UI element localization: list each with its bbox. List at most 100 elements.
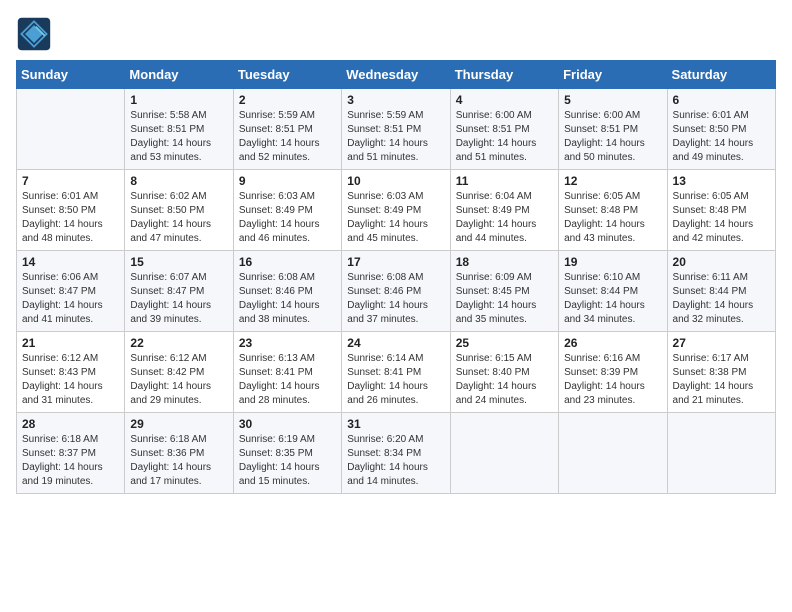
calendar-cell: 7 Sunrise: 6:01 AM Sunset: 8:50 PM Dayli… bbox=[17, 170, 125, 251]
day-info: Sunrise: 6:05 AM Sunset: 8:48 PM Dayligh… bbox=[564, 190, 661, 246]
daylight-text: Daylight: 14 hours and 26 minutes. bbox=[347, 380, 444, 408]
sunrise-text: Sunrise: 6:07 AM bbox=[130, 271, 227, 285]
sunrise-text: Sunrise: 6:04 AM bbox=[456, 190, 553, 204]
sunset-text: Sunset: 8:51 PM bbox=[347, 123, 444, 137]
sunrise-text: Sunrise: 6:14 AM bbox=[347, 352, 444, 366]
daylight-text: Daylight: 14 hours and 24 minutes. bbox=[456, 380, 553, 408]
calendar-table: SundayMondayTuesdayWednesdayThursdayFrid… bbox=[16, 60, 776, 494]
sunset-text: Sunset: 8:49 PM bbox=[456, 204, 553, 218]
weekday-header: Tuesday bbox=[233, 61, 341, 89]
calendar-cell: 23 Sunrise: 6:13 AM Sunset: 8:41 PM Dayl… bbox=[233, 332, 341, 413]
sunrise-text: Sunrise: 6:19 AM bbox=[239, 433, 336, 447]
sunset-text: Sunset: 8:47 PM bbox=[130, 285, 227, 299]
calendar-cell: 4 Sunrise: 6:00 AM Sunset: 8:51 PM Dayli… bbox=[450, 89, 558, 170]
day-number: 25 bbox=[456, 336, 553, 350]
day-info: Sunrise: 6:14 AM Sunset: 8:41 PM Dayligh… bbox=[347, 352, 444, 408]
day-number: 23 bbox=[239, 336, 336, 350]
day-number: 27 bbox=[673, 336, 770, 350]
calendar-cell: 11 Sunrise: 6:04 AM Sunset: 8:49 PM Dayl… bbox=[450, 170, 558, 251]
daylight-text: Daylight: 14 hours and 38 minutes. bbox=[239, 299, 336, 327]
day-info: Sunrise: 6:08 AM Sunset: 8:46 PM Dayligh… bbox=[347, 271, 444, 327]
day-info: Sunrise: 6:10 AM Sunset: 8:44 PM Dayligh… bbox=[564, 271, 661, 327]
sunrise-text: Sunrise: 6:18 AM bbox=[22, 433, 119, 447]
sunrise-text: Sunrise: 6:02 AM bbox=[130, 190, 227, 204]
daylight-text: Daylight: 14 hours and 53 minutes. bbox=[130, 137, 227, 165]
sunset-text: Sunset: 8:49 PM bbox=[347, 204, 444, 218]
sunset-text: Sunset: 8:51 PM bbox=[239, 123, 336, 137]
sunrise-text: Sunrise: 5:59 AM bbox=[347, 109, 444, 123]
sunset-text: Sunset: 8:51 PM bbox=[456, 123, 553, 137]
day-number: 16 bbox=[239, 255, 336, 269]
sunrise-text: Sunrise: 6:20 AM bbox=[347, 433, 444, 447]
daylight-text: Daylight: 14 hours and 17 minutes. bbox=[130, 461, 227, 489]
day-info: Sunrise: 5:59 AM Sunset: 8:51 PM Dayligh… bbox=[239, 109, 336, 165]
daylight-text: Daylight: 14 hours and 45 minutes. bbox=[347, 218, 444, 246]
sunset-text: Sunset: 8:46 PM bbox=[347, 285, 444, 299]
sunset-text: Sunset: 8:41 PM bbox=[347, 366, 444, 380]
daylight-text: Daylight: 14 hours and 14 minutes. bbox=[347, 461, 444, 489]
calendar-cell: 25 Sunrise: 6:15 AM Sunset: 8:40 PM Dayl… bbox=[450, 332, 558, 413]
day-number: 20 bbox=[673, 255, 770, 269]
calendar-header: SundayMondayTuesdayWednesdayThursdayFrid… bbox=[17, 61, 776, 89]
day-number: 13 bbox=[673, 174, 770, 188]
calendar-cell bbox=[559, 413, 667, 494]
logo bbox=[16, 16, 56, 52]
day-info: Sunrise: 6:08 AM Sunset: 8:46 PM Dayligh… bbox=[239, 271, 336, 327]
page-header bbox=[16, 16, 776, 52]
calendar-week-row: 21 Sunrise: 6:12 AM Sunset: 8:43 PM Dayl… bbox=[17, 332, 776, 413]
calendar-cell: 17 Sunrise: 6:08 AM Sunset: 8:46 PM Dayl… bbox=[342, 251, 450, 332]
day-info: Sunrise: 6:01 AM Sunset: 8:50 PM Dayligh… bbox=[673, 109, 770, 165]
calendar-cell: 22 Sunrise: 6:12 AM Sunset: 8:42 PM Dayl… bbox=[125, 332, 233, 413]
day-number: 2 bbox=[239, 93, 336, 107]
calendar-cell: 8 Sunrise: 6:02 AM Sunset: 8:50 PM Dayli… bbox=[125, 170, 233, 251]
weekday-header: Friday bbox=[559, 61, 667, 89]
day-number: 29 bbox=[130, 417, 227, 431]
calendar-cell: 1 Sunrise: 5:58 AM Sunset: 8:51 PM Dayli… bbox=[125, 89, 233, 170]
sunrise-text: Sunrise: 6:05 AM bbox=[673, 190, 770, 204]
sunset-text: Sunset: 8:39 PM bbox=[564, 366, 661, 380]
day-number: 10 bbox=[347, 174, 444, 188]
calendar-cell: 20 Sunrise: 6:11 AM Sunset: 8:44 PM Dayl… bbox=[667, 251, 775, 332]
sunrise-text: Sunrise: 6:12 AM bbox=[130, 352, 227, 366]
day-info: Sunrise: 6:06 AM Sunset: 8:47 PM Dayligh… bbox=[22, 271, 119, 327]
daylight-text: Daylight: 14 hours and 52 minutes. bbox=[239, 137, 336, 165]
calendar-cell: 14 Sunrise: 6:06 AM Sunset: 8:47 PM Dayl… bbox=[17, 251, 125, 332]
daylight-text: Daylight: 14 hours and 44 minutes. bbox=[456, 218, 553, 246]
day-number: 14 bbox=[22, 255, 119, 269]
day-number: 24 bbox=[347, 336, 444, 350]
calendar-cell: 9 Sunrise: 6:03 AM Sunset: 8:49 PM Dayli… bbox=[233, 170, 341, 251]
sunset-text: Sunset: 8:48 PM bbox=[564, 204, 661, 218]
sunrise-text: Sunrise: 6:05 AM bbox=[564, 190, 661, 204]
weekday-header: Wednesday bbox=[342, 61, 450, 89]
day-number: 9 bbox=[239, 174, 336, 188]
sunset-text: Sunset: 8:50 PM bbox=[673, 123, 770, 137]
day-info: Sunrise: 6:18 AM Sunset: 8:36 PM Dayligh… bbox=[130, 433, 227, 489]
day-info: Sunrise: 6:09 AM Sunset: 8:45 PM Dayligh… bbox=[456, 271, 553, 327]
calendar-cell bbox=[17, 89, 125, 170]
sunset-text: Sunset: 8:37 PM bbox=[22, 447, 119, 461]
calendar-cell: 27 Sunrise: 6:17 AM Sunset: 8:38 PM Dayl… bbox=[667, 332, 775, 413]
calendar-cell: 5 Sunrise: 6:00 AM Sunset: 8:51 PM Dayli… bbox=[559, 89, 667, 170]
day-info: Sunrise: 5:58 AM Sunset: 8:51 PM Dayligh… bbox=[130, 109, 227, 165]
day-info: Sunrise: 6:05 AM Sunset: 8:48 PM Dayligh… bbox=[673, 190, 770, 246]
day-number: 5 bbox=[564, 93, 661, 107]
day-info: Sunrise: 6:11 AM Sunset: 8:44 PM Dayligh… bbox=[673, 271, 770, 327]
calendar-cell: 16 Sunrise: 6:08 AM Sunset: 8:46 PM Dayl… bbox=[233, 251, 341, 332]
day-info: Sunrise: 6:12 AM Sunset: 8:43 PM Dayligh… bbox=[22, 352, 119, 408]
sunrise-text: Sunrise: 5:58 AM bbox=[130, 109, 227, 123]
sunset-text: Sunset: 8:40 PM bbox=[456, 366, 553, 380]
calendar-cell bbox=[667, 413, 775, 494]
day-info: Sunrise: 6:13 AM Sunset: 8:41 PM Dayligh… bbox=[239, 352, 336, 408]
calendar-cell: 18 Sunrise: 6:09 AM Sunset: 8:45 PM Dayl… bbox=[450, 251, 558, 332]
calendar-week-row: 7 Sunrise: 6:01 AM Sunset: 8:50 PM Dayli… bbox=[17, 170, 776, 251]
sunset-text: Sunset: 8:44 PM bbox=[673, 285, 770, 299]
day-info: Sunrise: 5:59 AM Sunset: 8:51 PM Dayligh… bbox=[347, 109, 444, 165]
day-info: Sunrise: 6:03 AM Sunset: 8:49 PM Dayligh… bbox=[239, 190, 336, 246]
daylight-text: Daylight: 14 hours and 34 minutes. bbox=[564, 299, 661, 327]
sunset-text: Sunset: 8:50 PM bbox=[22, 204, 119, 218]
day-number: 28 bbox=[22, 417, 119, 431]
sunset-text: Sunset: 8:36 PM bbox=[130, 447, 227, 461]
sunrise-text: Sunrise: 6:00 AM bbox=[456, 109, 553, 123]
calendar-cell: 21 Sunrise: 6:12 AM Sunset: 8:43 PM Dayl… bbox=[17, 332, 125, 413]
daylight-text: Daylight: 14 hours and 48 minutes. bbox=[22, 218, 119, 246]
